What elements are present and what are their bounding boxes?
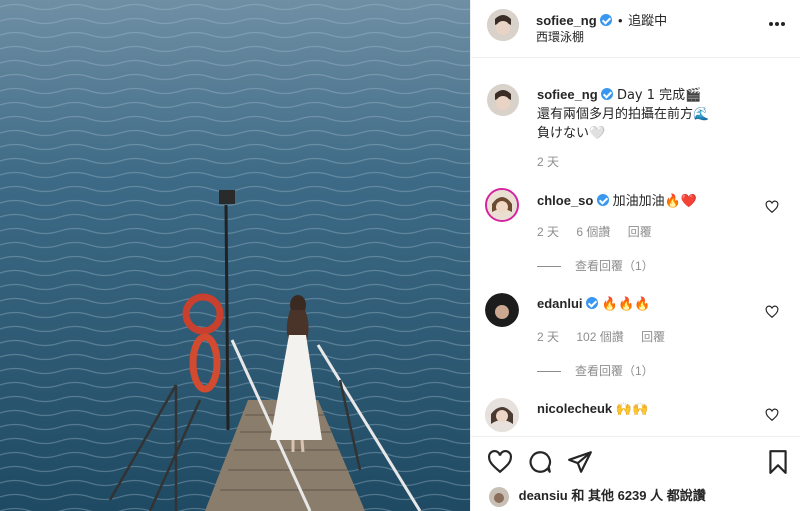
likes-summary: deansiu 和 其他 6239 人 都說讚 <box>489 485 706 507</box>
comment-like-heart-icon[interactable] <box>765 200 779 214</box>
header-title-row: sofiee_ng • 追蹤中 <box>536 10 667 29</box>
more-options-icon[interactable] <box>767 14 787 34</box>
comment-item: edanlui 🔥🔥🔥 2 天 102 個讚 回覆 查看回覆（1） <box>471 293 800 383</box>
face-icon <box>487 84 519 116</box>
comment-body: 加油加油🔥❤️ <box>612 194 697 209</box>
follow-status[interactable]: 追蹤中 <box>628 13 667 28</box>
pier-photo-illustration <box>0 0 470 511</box>
face-icon <box>487 9 519 41</box>
view-replies-button[interactable]: 查看回覆（1） <box>537 257 654 274</box>
caption-avatar[interactable] <box>487 84 519 116</box>
face-icon <box>487 190 517 220</box>
share-icon[interactable] <box>567 449 593 475</box>
caption-time[interactable]: 2 天 <box>537 153 559 170</box>
post-caption: sofiee_ng Day 1 完成🎬 還有兩個多月的拍攝在前方🌊 負けない🤍 … <box>471 84 800 174</box>
replies-divider <box>537 266 561 268</box>
likes-count-text[interactable]: 和 其他 6239 人 都說讚 <box>571 488 705 503</box>
commenter-avatar[interactable] <box>485 293 519 327</box>
comment-text: nicolecheuk 🙌🙌 <box>537 400 648 419</box>
comment-text: chloe_so 加油加油🔥❤️ <box>537 192 697 211</box>
comment-like-count[interactable]: 6 個讚 <box>576 225 610 239</box>
comment-reply-button[interactable]: 回覆 <box>628 225 652 239</box>
post-side-panel: sofiee_ng • 追蹤中 西環泳棚 sofiee_ng Day 1 完成🎬… <box>470 0 800 511</box>
header-separator: • <box>617 13 623 28</box>
comment-body: 🔥🔥🔥 <box>601 297 651 312</box>
post-photo[interactable] <box>0 0 470 511</box>
comment-time[interactable]: 2 天 <box>537 330 559 344</box>
post-header: sofiee_ng • 追蹤中 西環泳棚 <box>471 0 800 58</box>
comment-meta: 2 天 6 個讚 回覆 <box>537 223 666 240</box>
comment-item: nicolecheuk 🙌🙌 <box>471 398 800 436</box>
comment-reply-button[interactable]: 回覆 <box>641 330 665 344</box>
bookmark-icon[interactable] <box>765 449 791 475</box>
author-avatar[interactable] <box>487 9 519 41</box>
view-replies-label: 查看回覆（1） <box>575 259 654 273</box>
liker-avatar[interactable] <box>489 486 509 507</box>
post-location[interactable]: 西環泳棚 <box>536 28 584 45</box>
verified-badge-icon <box>600 14 613 26</box>
face-icon <box>489 486 509 507</box>
commenter-avatar[interactable] <box>485 188 519 222</box>
comment-like-heart-icon[interactable] <box>765 305 779 319</box>
caption-line-1: Day 1 完成🎬 <box>616 88 702 103</box>
post-actions-bar: deansiu 和 其他 6239 人 都說讚 <box>471 436 800 511</box>
replies-divider <box>537 371 561 373</box>
comment-time[interactable]: 2 天 <box>537 225 559 239</box>
comment-meta: 2 天 102 個讚 回覆 <box>537 328 679 345</box>
comment-username[interactable]: chloe_so <box>537 193 593 208</box>
caption-line-2: 還有兩個多月的拍攝在前方🌊 <box>537 107 710 122</box>
view-replies-button[interactable]: 查看回覆（1） <box>537 362 654 379</box>
liker-username[interactable]: deansiu <box>519 488 568 503</box>
comment-username[interactable]: nicolecheuk <box>537 401 612 416</box>
verified-badge-icon <box>596 194 609 206</box>
comment-text: edanlui 🔥🔥🔥 <box>537 295 650 314</box>
heart-icon[interactable] <box>487 449 513 475</box>
verified-badge-icon <box>586 297 599 309</box>
comment-body: 🙌🙌 <box>615 402 649 417</box>
author-username[interactable]: sofiee_ng <box>536 13 597 28</box>
comment-like-heart-icon[interactable] <box>765 408 779 422</box>
caption-text: sofiee_ng Day 1 完成🎬 還有兩個多月的拍攝在前方🌊 負けない🤍 <box>537 86 709 143</box>
face-icon <box>485 293 519 327</box>
comment-item: chloe_so 加油加油🔥❤️ 2 天 6 個讚 回覆 查看回覆（1） <box>471 188 800 278</box>
instagram-post: sofiee_ng • 追蹤中 西環泳棚 sofiee_ng Day 1 完成🎬… <box>0 0 800 511</box>
comment-like-count[interactable]: 102 個讚 <box>576 330 623 344</box>
view-replies-label: 查看回覆（1） <box>575 364 654 378</box>
comment-username[interactable]: edanlui <box>537 296 583 311</box>
caption-line-3: 負けない🤍 <box>537 126 606 141</box>
verified-badge-icon <box>601 88 614 100</box>
caption-username[interactable]: sofiee_ng <box>537 87 598 102</box>
comment-icon[interactable] <box>527 449 553 475</box>
face-icon <box>485 398 519 432</box>
commenter-avatar[interactable] <box>485 398 519 432</box>
